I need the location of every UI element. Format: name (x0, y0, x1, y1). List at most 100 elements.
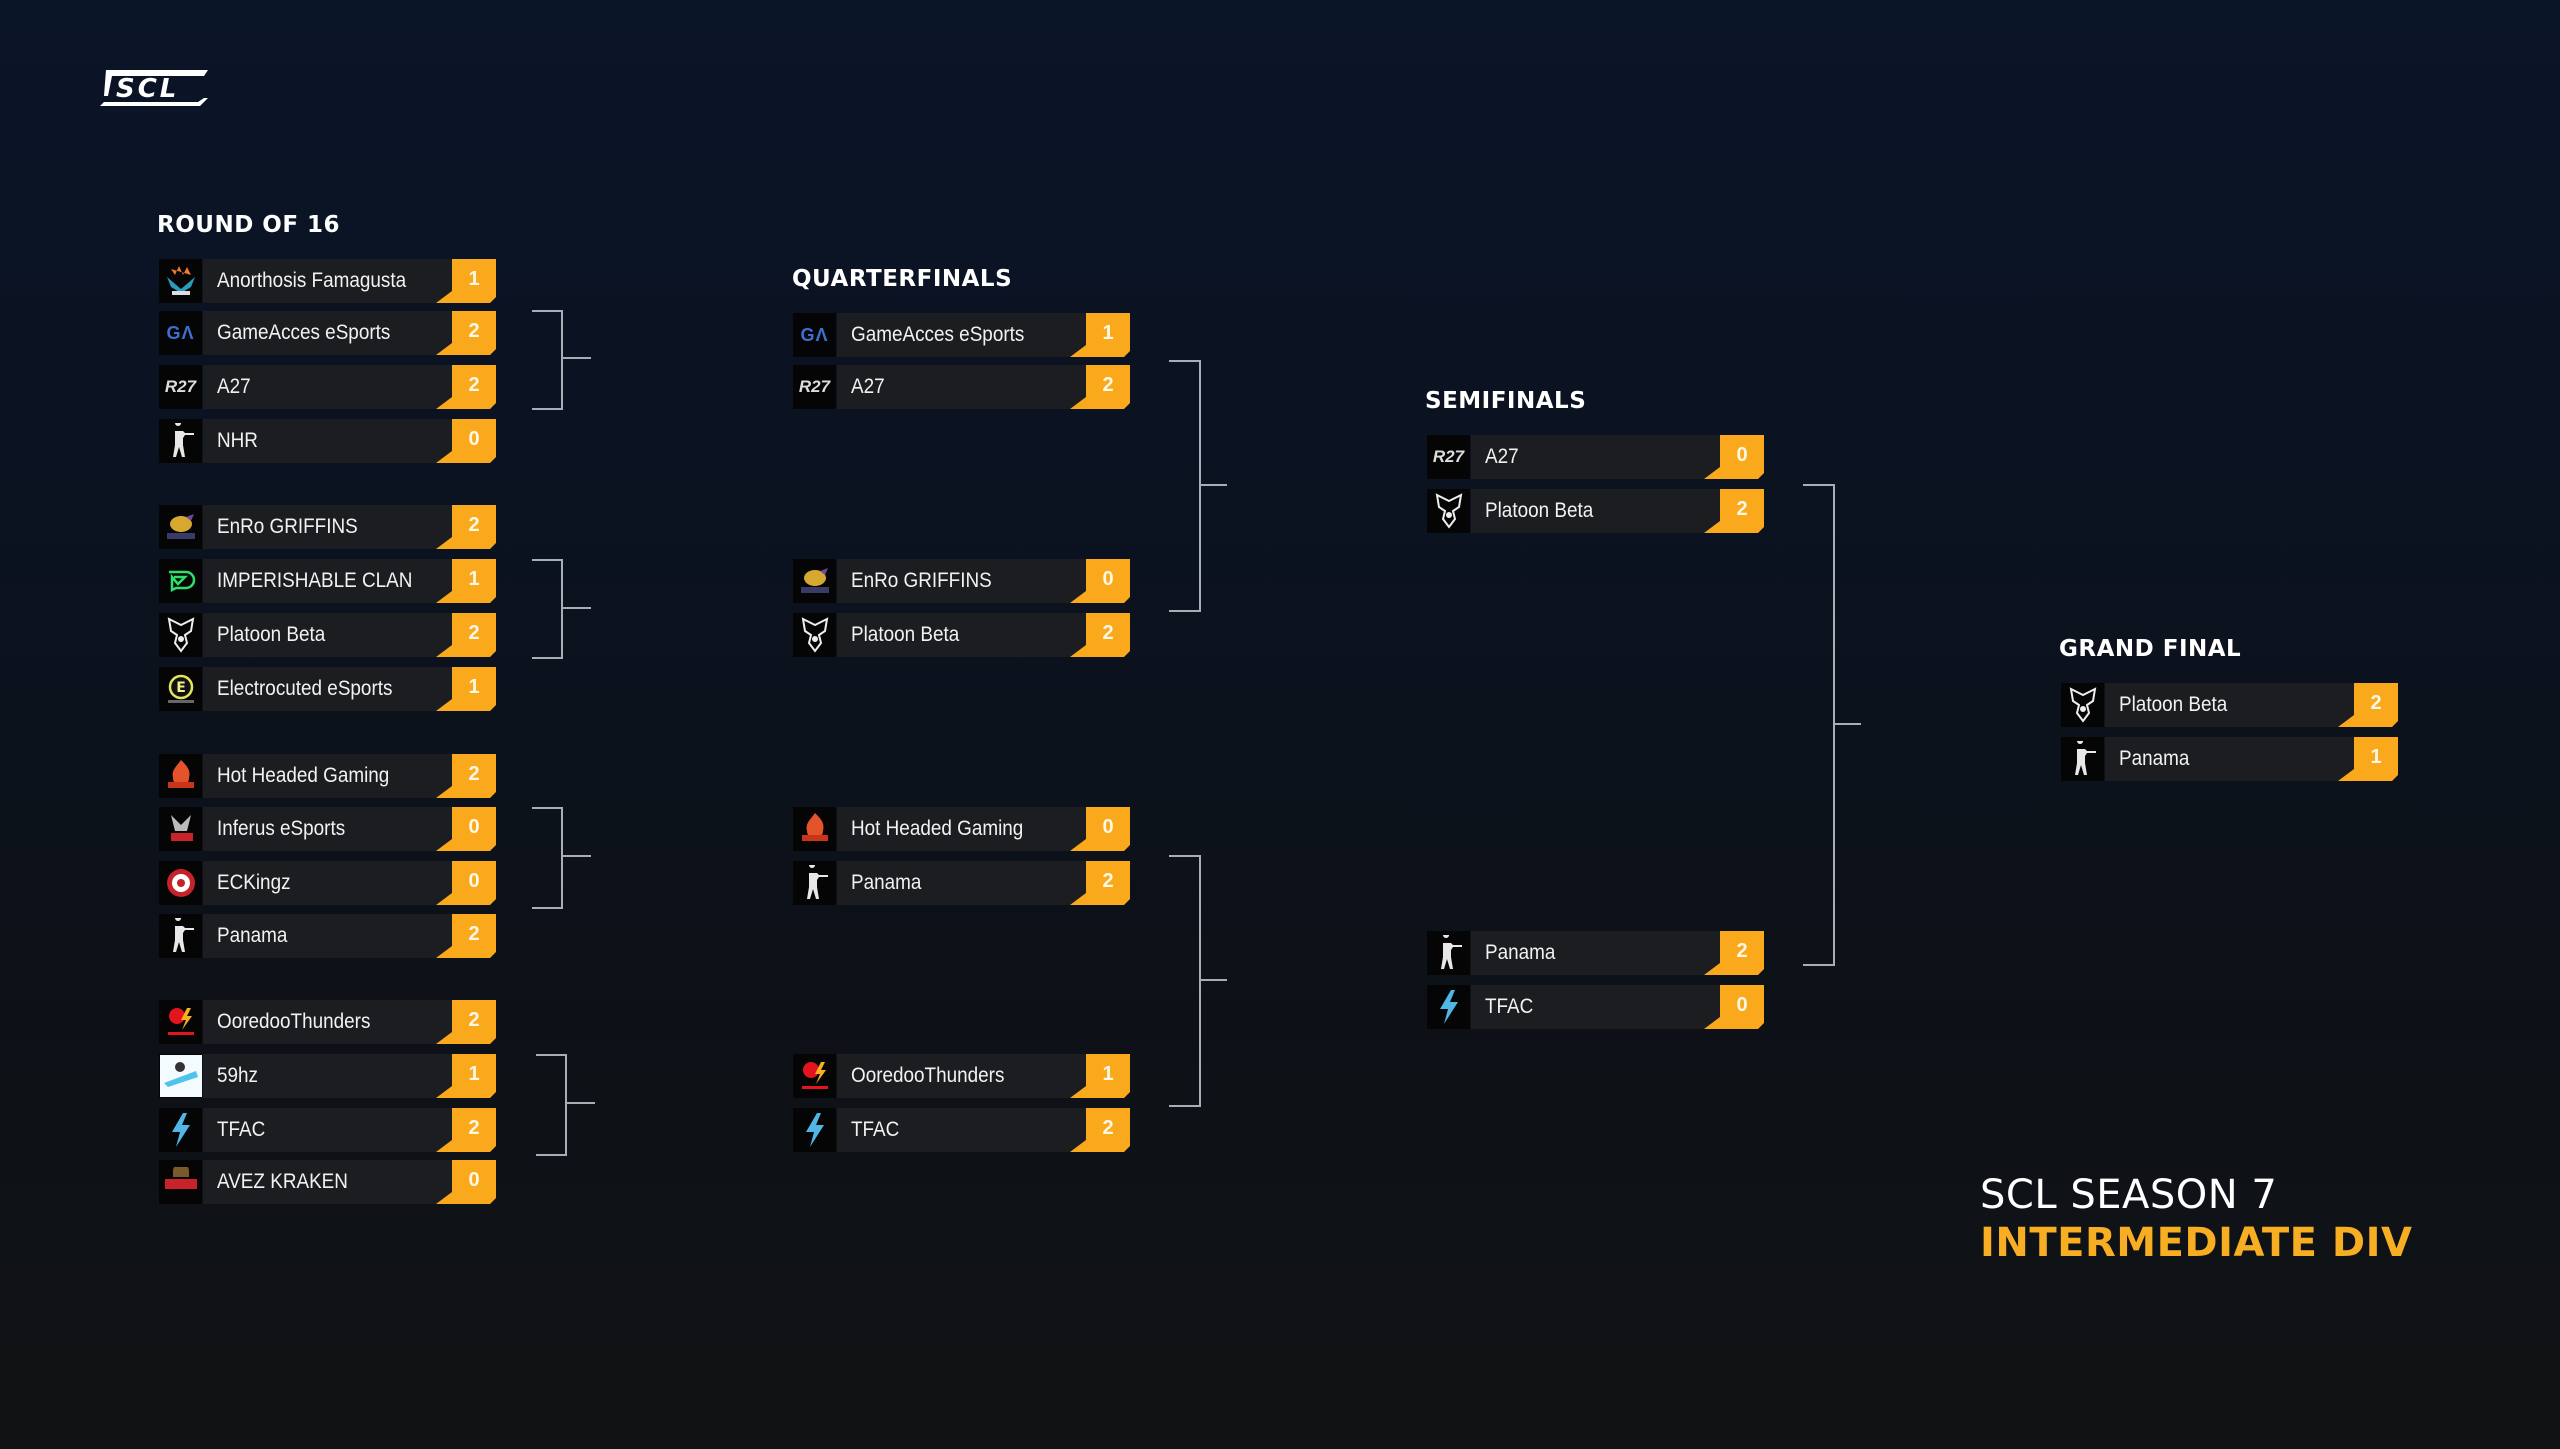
kraken-icon (159, 1160, 202, 1204)
team-panel: EnRo GRIFFINS (837, 559, 1087, 603)
team-row[interactable]: Inferus eSports 0 (159, 807, 496, 851)
griffins-icon (159, 505, 202, 549)
score-badge: 2 (1070, 365, 1130, 409)
quarterfinals-title: QUARTERFINALS (792, 266, 1013, 292)
score-badge: 0 (1070, 559, 1130, 603)
lightning-icon (793, 1108, 836, 1152)
score-badge: 1 (436, 667, 496, 711)
a27-icon: R27 (793, 365, 836, 409)
team-row[interactable]: NHR 0 (159, 419, 496, 463)
team-row[interactable]: TFAC 0 (1427, 985, 1764, 1029)
team-row[interactable]: R27 A27 2 (159, 365, 496, 409)
bracket-connector (532, 807, 563, 909)
lightning-icon (1427, 985, 1470, 1029)
score-badge: 1 (1070, 313, 1130, 357)
bracket-connector (532, 559, 563, 659)
bracket-connector-stub (561, 855, 591, 857)
score-value: 0 (1102, 816, 1114, 838)
bracket-connector (536, 1054, 567, 1156)
bracket-connector-stub (561, 607, 591, 609)
team-row[interactable]: Panama 2 (159, 914, 496, 958)
score-badge: 0 (436, 1160, 496, 1204)
team-row[interactable]: Hot Headed Gaming 2 (159, 754, 496, 798)
score-value: 1 (468, 1063, 480, 1085)
team-name: Panama (217, 924, 288, 947)
team-panel: EnRo GRIFFINS (203, 505, 453, 549)
team-panel: Panama (1471, 931, 1721, 975)
team-name: IMPERISHABLE CLAN (217, 569, 413, 592)
team-row[interactable]: Hot Headed Gaming 0 (793, 807, 1130, 851)
team-panel: Anorthosis Famagusta (203, 259, 453, 303)
bracket-connector (1169, 360, 1201, 612)
score-value: 0 (1102, 568, 1114, 590)
team-panel: Panama (2105, 737, 2355, 781)
svg-text:E: E (176, 680, 186, 696)
team-row[interactable]: TFAC 2 (793, 1108, 1130, 1152)
team-row[interactable]: E Electrocuted eSports 1 (159, 667, 496, 711)
team-panel: Platoon Beta (2105, 683, 2355, 727)
team-name: Hot Headed Gaming (851, 817, 1024, 840)
score-badge: 0 (1704, 435, 1764, 479)
team-name: Platoon Beta (851, 623, 960, 646)
score-value: 0 (1736, 994, 1748, 1016)
team-row[interactable]: Platoon Beta 2 (159, 613, 496, 657)
team-name: Platoon Beta (217, 623, 326, 646)
score-value: 2 (468, 1009, 480, 1031)
team-row[interactable]: Panama 2 (793, 861, 1130, 905)
team-name: Panama (2119, 747, 2190, 770)
score-badge: 2 (436, 613, 496, 657)
team-panel: OoredooThunders (203, 1000, 453, 1044)
team-name: Panama (851, 871, 922, 894)
score-value: 2 (1102, 870, 1114, 892)
team-row[interactable]: R27 A27 0 (1427, 435, 1764, 479)
team-panel: 59hz (203, 1054, 453, 1098)
team-name: EnRo GRIFFINS (851, 569, 992, 592)
bracket-connector-stub (1199, 979, 1227, 981)
team-panel: TFAC (837, 1108, 1087, 1152)
team-row[interactable]: OoredooThunders 1 (793, 1054, 1130, 1098)
team-row[interactable]: IMPERISHABLE CLAN 1 (159, 559, 496, 603)
team-row[interactable]: Platoon Beta 2 (1427, 489, 1764, 533)
score-value: 2 (468, 514, 480, 536)
team-row[interactable]: EnRo GRIFFINS 2 (159, 505, 496, 549)
score-value: 2 (468, 622, 480, 644)
score-value: 2 (1736, 498, 1748, 520)
score-value: 2 (468, 763, 480, 785)
soldier-icon (159, 914, 202, 958)
team-row[interactable]: GΛ GameAcces eSports 2 (159, 311, 496, 355)
team-row[interactable]: EnRo GRIFFINS 0 (793, 559, 1130, 603)
team-row[interactable]: OoredooThunders 2 (159, 1000, 496, 1044)
team-row[interactable]: Panama 2 (1427, 931, 1764, 975)
team-panel: Hot Headed Gaming (837, 807, 1087, 851)
team-row[interactable]: TFAC 2 (159, 1108, 496, 1152)
team-name: TFAC (851, 1118, 900, 1141)
team-row[interactable]: AVEZ KRAKEN 0 (159, 1160, 496, 1204)
team-row[interactable]: Platoon Beta 2 (2061, 683, 2398, 727)
anorthosis-icon (159, 259, 202, 303)
score-badge: 2 (1070, 1108, 1130, 1152)
score-value: 1 (1102, 322, 1114, 344)
team-panel: TFAC (203, 1108, 453, 1152)
score-value: 2 (468, 374, 480, 396)
score-badge: 1 (436, 259, 496, 303)
team-row[interactable]: ECKingz 0 (159, 861, 496, 905)
team-panel: Electrocuted eSports (203, 667, 453, 711)
platoon-beta-icon (1427, 489, 1470, 533)
team-panel: Panama (837, 861, 1087, 905)
team-panel: GameAcces eSports (203, 311, 453, 355)
team-name: Hot Headed Gaming (217, 764, 390, 787)
bracket-connector-stub (1833, 723, 1861, 725)
score-value: 2 (468, 1117, 480, 1139)
team-row[interactable]: 59hz 1 (159, 1054, 496, 1098)
a27-icon: R27 (159, 365, 202, 409)
team-row[interactable]: Platoon Beta 2 (793, 613, 1130, 657)
bracket-connector (532, 310, 563, 410)
score-value: 1 (2370, 746, 2382, 768)
team-row[interactable]: GΛ GameAcces eSports 1 (793, 313, 1130, 357)
team-row[interactable]: Anorthosis Famagusta 1 (159, 259, 496, 303)
score-value: 2 (2370, 692, 2382, 714)
team-row[interactable]: R27 A27 2 (793, 365, 1130, 409)
score-badge: 2 (436, 311, 496, 355)
team-row[interactable]: Panama 1 (2061, 737, 2398, 781)
score-badge: 2 (436, 1108, 496, 1152)
